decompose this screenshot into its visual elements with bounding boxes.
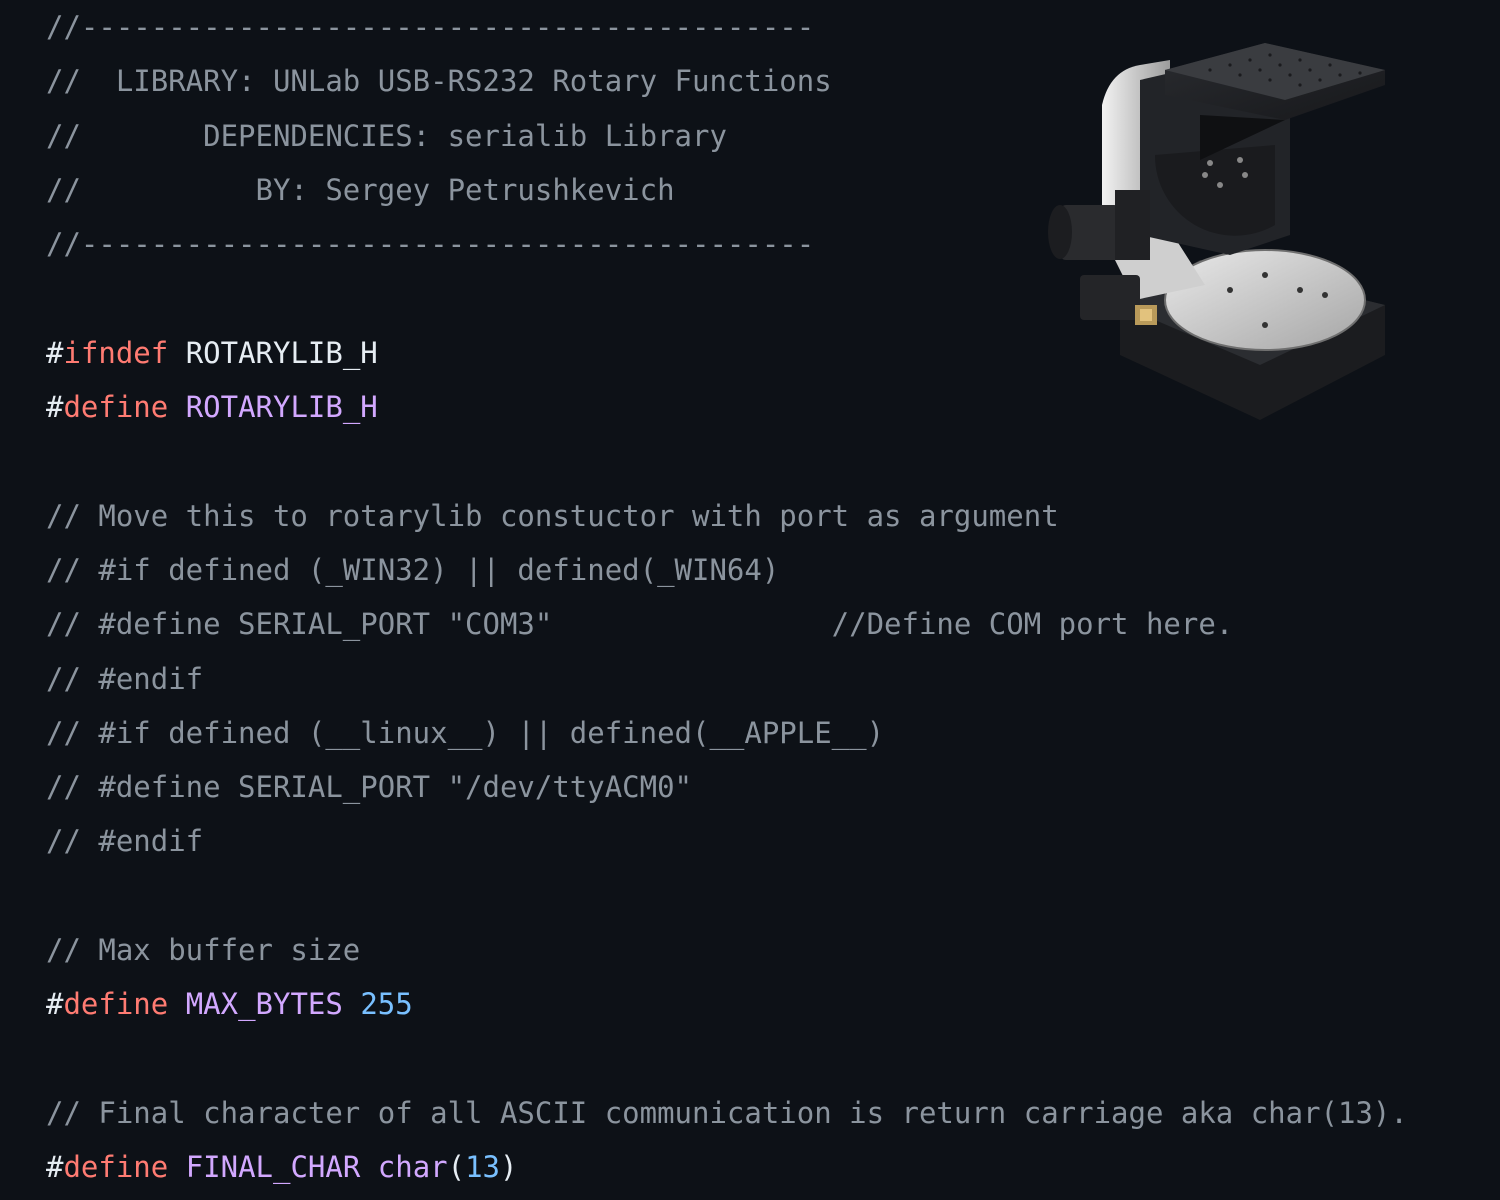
function-name: char (377, 1150, 448, 1185)
code-comment: // Move this to rotarylib constuctor wit… (46, 498, 1059, 533)
code-line: // #endif (46, 814, 1408, 868)
code-line: // Final character of all ASCII communic… (46, 1086, 1408, 1140)
code-comment: // LIBRARY: UNLab USB-RS232 Rotary Funct… (46, 64, 832, 99)
preprocessor-keyword: ifndef (63, 335, 169, 370)
code-line: // #if defined (_WIN32) || defined(_WIN6… (46, 543, 1408, 597)
preprocessor-keyword: define (63, 390, 169, 425)
code-comment: // #define SERIAL_PORT "/dev/ttyACM0" (46, 770, 693, 805)
code-line: // #if defined (__linux__) || defined(__… (46, 706, 1408, 760)
rotary-stage-image (1048, 43, 1385, 420)
preprocessor-hash: # (46, 1150, 64, 1185)
code-line: // #define SERIAL_PORT "/dev/ttyACM0" (46, 760, 1408, 814)
code-comment: // BY: Sergey Petrushkevich (46, 172, 675, 207)
code-comment: // Final character of all ASCII communic… (46, 1095, 1408, 1130)
preprocessor-hash: # (46, 987, 64, 1022)
macro-name: FINAL_CHAR (185, 1150, 361, 1185)
macro-value: 255 (360, 987, 413, 1022)
code-line: // #endif (46, 652, 1408, 706)
preprocessor-keyword: define (63, 1150, 169, 1185)
code-line: // #define SERIAL_PORT "COM3" //Define C… (46, 597, 1408, 651)
code-line: #define MAX_BYTES 255 (46, 977, 1408, 1031)
code-comment: // #endif (46, 661, 204, 696)
macro-name: ROTARYLIB_H (185, 390, 378, 425)
code-comment: // Max buffer size (46, 933, 361, 968)
code-line: // Move this to rotarylib constuctor wit… (46, 489, 1408, 543)
preprocessor-hash: # (46, 335, 64, 370)
paren-open: ( (447, 1150, 466, 1185)
code-comment: // #endif (46, 824, 204, 859)
code-line: // Max buffer size (46, 923, 1408, 977)
code-comment: // #if defined (_WIN32) || defined(_WIN6… (46, 552, 780, 587)
code-viewer: //--------------------------------------… (0, 0, 1500, 1200)
code-comment: // DEPENDENCIES: serialib Library (46, 118, 727, 153)
paren-close: ) (500, 1150, 518, 1185)
code-comment: //--------------------------------------… (46, 227, 815, 262)
macro-name: MAX_BYTES (185, 987, 343, 1022)
code-comment: // #if defined (__linux__) || defined(__… (46, 715, 885, 750)
macro-name: ROTARYLIB_H (185, 335, 378, 370)
preprocessor-keyword: define (63, 987, 169, 1022)
preprocessor-hash: # (46, 390, 64, 425)
code-line: #define FINAL_CHAR char(13) (46, 1140, 1408, 1194)
code-comment: // #define SERIAL_PORT "COM3" //Define C… (46, 607, 1234, 642)
code-comment: //--------------------------------------… (46, 10, 815, 44)
macro-value: 13 (465, 1150, 501, 1185)
motor-upper (1048, 190, 1150, 260)
